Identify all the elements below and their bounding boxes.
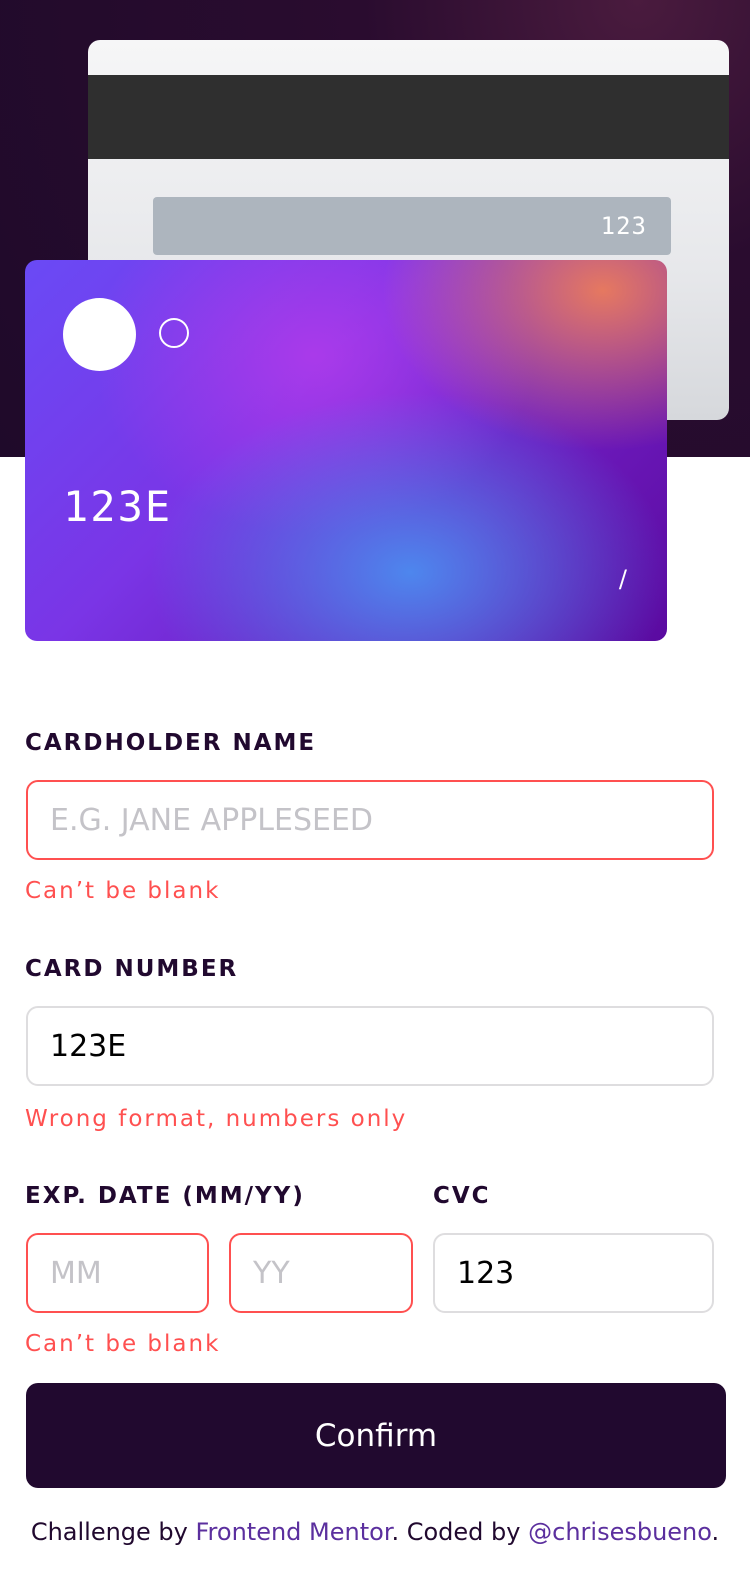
card-number-input[interactable] xyxy=(26,1006,714,1086)
cvc-input[interactable] xyxy=(433,1233,714,1313)
exp-date-label: EXP. DATE (MM/YY) xyxy=(25,1183,305,1209)
card-number-label: CARD NUMBER xyxy=(25,956,239,982)
footer-suffix: . xyxy=(711,1518,720,1546)
card-date-display: / xyxy=(618,565,627,593)
confirm-button[interactable]: Confirm xyxy=(26,1383,726,1488)
footer-middle: . Coded by xyxy=(391,1518,529,1546)
card-front: 123E / xyxy=(25,260,667,641)
card-logo-circle-large xyxy=(63,298,136,371)
card-back-cvc-box: 123 xyxy=(153,197,671,255)
card-back-cvc: 123 xyxy=(600,212,647,240)
attribution-footer: Challenge by Frontend Mentor. Coded by @… xyxy=(0,1518,750,1546)
exp-year-input[interactable] xyxy=(229,1233,413,1313)
cardholder-error: Can’t be blank xyxy=(25,878,221,904)
magnetic-stripe xyxy=(88,75,729,159)
cardholder-label: CARDHOLDER NAME xyxy=(25,730,317,756)
card-number-display: 123E xyxy=(63,482,173,531)
cvc-label: CVC xyxy=(433,1183,491,1209)
frontend-mentor-link[interactable]: Frontend Mentor xyxy=(196,1518,392,1546)
card-number-error: Wrong format, numbers only xyxy=(25,1106,408,1132)
card-logo-circle-small xyxy=(159,318,189,348)
exp-month-input[interactable] xyxy=(26,1233,209,1313)
author-link[interactable]: @chrisesbueno xyxy=(528,1518,711,1546)
exp-date-error: Can’t be blank xyxy=(25,1331,221,1357)
cardholder-name-input[interactable] xyxy=(26,780,714,860)
footer-prefix: Challenge by xyxy=(30,1518,196,1546)
